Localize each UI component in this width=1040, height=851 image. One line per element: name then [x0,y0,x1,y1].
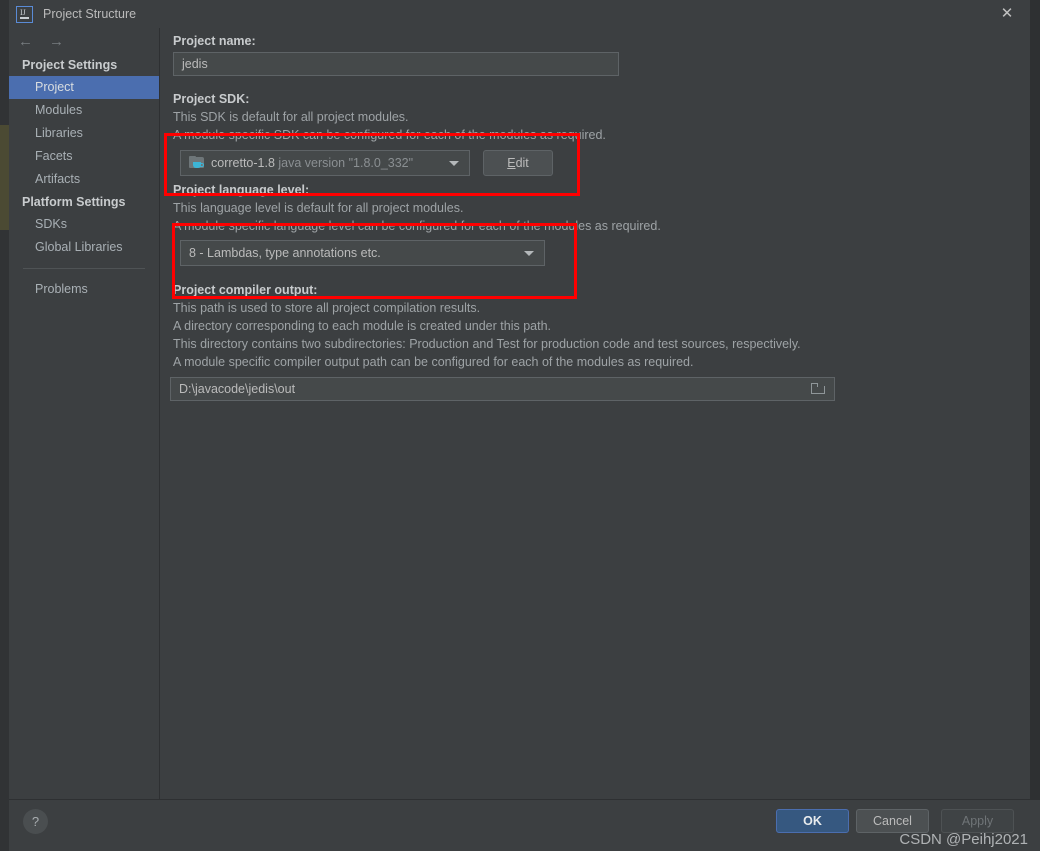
folder-browse-icon[interactable] [811,383,826,395]
project-compiler-output-description-line-1: This path is used to store all project c… [173,301,481,315]
chevron-down-icon [524,251,534,256]
java-sdk-folder-icon [189,156,205,170]
dialog-footer: ? OK Cancel Apply [9,799,1040,851]
project-sdk-version: java version "1.8.0_332" [278,156,414,170]
sidebar-item-facets[interactable]: Facets [9,145,159,168]
cancel-button[interactable]: Cancel [856,809,929,833]
sidebar-item-artifacts[interactable]: Artifacts [9,168,159,191]
background-window-strip-top [0,0,9,125]
forward-arrow-icon[interactable]: → [49,34,64,49]
project-sdk-label: Project SDK: [173,92,250,106]
close-icon[interactable]: ✕ [996,4,1018,24]
project-structure-dialog: IJ Project Structure ✕ ← → Project Setti… [0,0,1040,851]
edit-button-label-rest: dit [515,156,529,170]
project-sdk-dropdown[interactable]: corretto-1.8 java version "1.8.0_332" [180,150,470,176]
project-language-level-dropdown[interactable]: 8 - Lambdas, type annotations etc. [180,240,545,266]
project-compiler-output-description-line-4: A module specific compiler output path c… [173,355,694,369]
project-compiler-output-label: Project compiler output: [173,283,318,297]
background-window-strip-bottom [0,230,9,851]
sidebar: ← → Project Settings Project Modules Lib… [9,28,160,799]
project-sdk-description-line-1: This SDK is default for all project modu… [173,110,409,124]
csdn-watermark: CSDN @Peihj2021 [899,831,1028,848]
project-compiler-output-value: D:\javacode\jedis\out [179,382,296,396]
intellij-idea-icon: IJ [16,5,33,23]
project-sdk-name: corretto-1.8 [211,156,275,170]
help-icon[interactable]: ? [23,809,48,834]
project-compiler-output-description-line-3: This directory contains two subdirectori… [173,337,801,351]
sidebar-item-sdks[interactable]: SDKs [9,213,159,236]
project-compiler-output-input[interactable]: D:\javacode\jedis\out [170,377,835,401]
background-window-strip-right [1030,0,1040,805]
chevron-down-icon [449,161,459,166]
project-name-input[interactable]: jedis [173,52,619,76]
apply-button: Apply [941,809,1014,833]
sidebar-item-problems[interactable]: Problems [9,278,159,301]
sidebar-item-modules[interactable]: Modules [9,99,159,122]
project-settings-group-title: Project Settings [22,58,118,72]
project-language-level-label: Project language level: [173,183,310,197]
project-sdk-description-line-2: A module specific SDK can be configured … [173,128,606,142]
edit-button-mnemonic: E [507,156,516,170]
platform-settings-group-title: Platform Settings [22,195,126,209]
project-compiler-output-description-line-2: A directory corresponding to each module… [173,319,551,333]
ok-button[interactable]: OK [776,809,849,833]
window-title: Project Structure [43,7,137,21]
sidebar-divider [23,268,145,269]
project-language-level-description-line-2: A module specific language level can be … [173,219,661,233]
background-window-strip-olive [0,125,9,230]
project-language-level-value: 8 - Lambdas, type annotations etc. [189,246,381,260]
project-name-label: Project name: [173,34,256,48]
back-arrow-icon[interactable]: ← [18,34,33,49]
title-bar: IJ Project Structure ✕ [9,0,1030,28]
sidebar-item-libraries[interactable]: Libraries [9,122,159,145]
main-content: Project name: jedis Project SDK: This SD… [161,28,1030,799]
navigation-arrows: ← → [9,28,159,54]
edit-sdk-button[interactable]: Edit [483,150,553,176]
sidebar-item-global-libraries[interactable]: Global Libraries [9,236,159,259]
sidebar-item-project[interactable]: Project [9,76,159,99]
project-sdk-value: corretto-1.8 java version "1.8.0_332" [211,156,413,170]
project-language-level-description-line-1: This language level is default for all p… [173,201,464,215]
